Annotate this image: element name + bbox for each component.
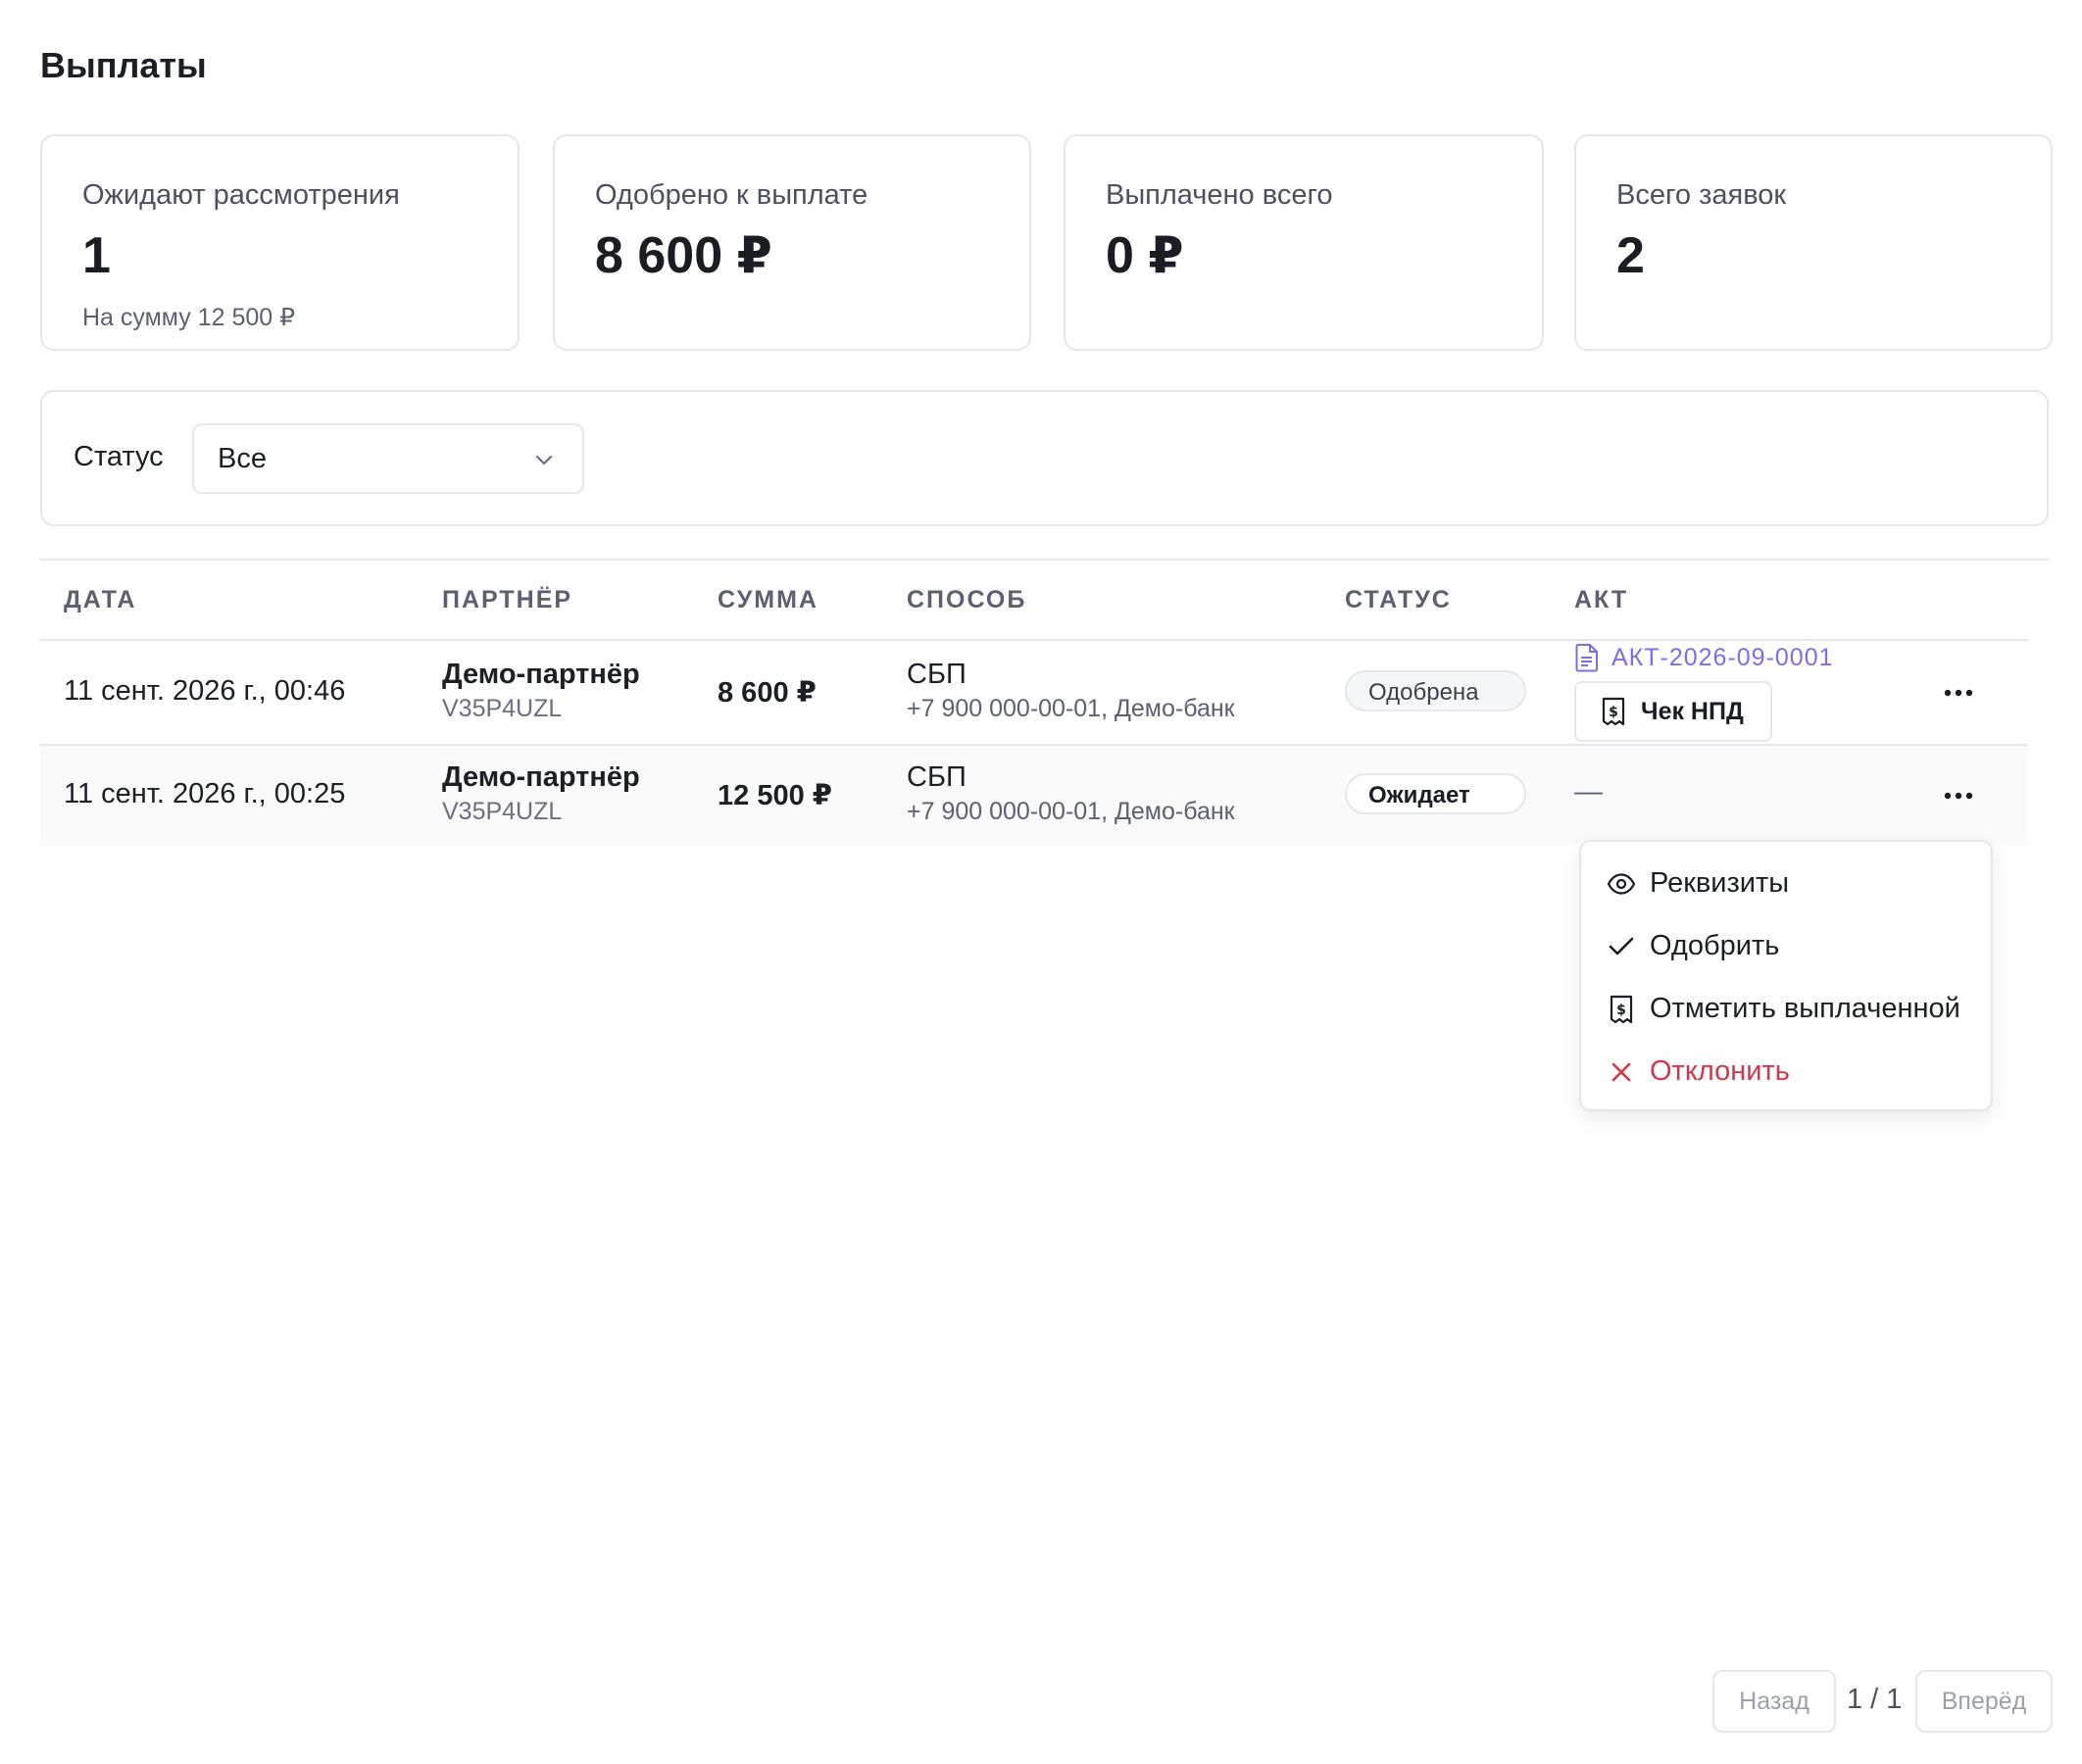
stat-label: Одобрено к выплате bbox=[595, 179, 868, 211]
status-filter-select[interactable]: Все bbox=[192, 423, 584, 494]
menu-item-label: Отклонить bbox=[1650, 1055, 1790, 1087]
menu-item-label: Реквизиты bbox=[1650, 867, 1790, 899]
act-document-link[interactable]: АКТ-2026-09-0001 bbox=[1574, 643, 1834, 672]
check-icon bbox=[1609, 937, 1634, 955]
table-divider bbox=[40, 639, 2028, 641]
pagination-info: 1 / 1 bbox=[1847, 1684, 1903, 1715]
table-divider bbox=[40, 559, 2049, 561]
page-title: Выплаты bbox=[40, 45, 207, 85]
row-amount: 12 500 ₽ bbox=[718, 780, 832, 811]
svg-text:$: $ bbox=[1616, 1003, 1626, 1018]
method-name: СБП bbox=[907, 659, 967, 690]
pagination-prev-button[interactable]: Назад bbox=[1712, 1670, 1836, 1733]
stat-card-total: Всего заявок 2 bbox=[1574, 134, 2053, 351]
more-horizontal-icon bbox=[1944, 792, 1973, 800]
row-actions-button[interactable] bbox=[1939, 678, 1978, 708]
status-filter-value: Все bbox=[218, 443, 267, 474]
receipt-icon: $ bbox=[1602, 697, 1625, 726]
column-header-status: СТАТУС bbox=[1345, 586, 1452, 613]
stat-label: Ожидают рассмотрения bbox=[82, 179, 400, 211]
row-date: 11 сент. 2026 г., 00:25 bbox=[64, 778, 346, 809]
column-header-amount: СУММА bbox=[718, 586, 818, 613]
menu-item-label: Одобрить bbox=[1650, 930, 1780, 961]
menu-item-mark-paid[interactable]: $ Отметить выплаченной bbox=[1607, 993, 1960, 1025]
eye-icon bbox=[1607, 872, 1636, 895]
stat-label: Выплачено всего bbox=[1106, 179, 1333, 211]
status-badge: Ожидает bbox=[1345, 773, 1526, 814]
row-method: СБП +7 900 000-00-01, Демо-банк bbox=[907, 761, 1235, 826]
method-name: СБП bbox=[907, 761, 967, 793]
stat-card-pending: Ожидают рассмотрения 1 На сумму 12 500 ₽ bbox=[40, 134, 520, 351]
partner-code: V35P4UZL bbox=[442, 695, 563, 722]
row-partner: Демо-партнёр V35P4UZL bbox=[442, 659, 640, 723]
row-method: СБП +7 900 000-00-01, Демо-банк bbox=[907, 659, 1235, 723]
chevron-down-icon bbox=[535, 455, 553, 466]
row-partner: Демо-партнёр V35P4UZL bbox=[442, 761, 640, 826]
act-empty: — bbox=[1574, 776, 1603, 808]
pagination-next-button[interactable]: Вперёд bbox=[1915, 1670, 2053, 1733]
partner-name: Демо-партнёр bbox=[442, 659, 640, 690]
column-header-method: СПОСОБ bbox=[907, 586, 1027, 613]
stat-value: 1 bbox=[82, 227, 111, 284]
stat-value: 2 bbox=[1616, 227, 1645, 284]
act-number: АКТ-2026-09-0001 bbox=[1611, 643, 1834, 671]
svg-text:$: $ bbox=[1609, 705, 1618, 720]
row-actions-button[interactable] bbox=[1939, 781, 1978, 810]
menu-item-reject[interactable]: Отклонить bbox=[1607, 1055, 1790, 1088]
row-actions-menu: Реквизиты Одобрить $ Отметить выплаченно… bbox=[1579, 840, 1993, 1111]
stat-value: 8 600 ₽ bbox=[595, 227, 772, 284]
menu-item-label: Отметить выплаченной bbox=[1650, 993, 1960, 1024]
column-header-date: ДАТА bbox=[64, 586, 137, 613]
close-icon bbox=[1611, 1062, 1631, 1081]
more-horizontal-icon bbox=[1944, 689, 1973, 697]
stat-card-paid: Выплачено всего 0 ₽ bbox=[1064, 134, 1544, 351]
column-header-act: АКТ bbox=[1574, 586, 1629, 613]
stat-label: Всего заявок bbox=[1616, 179, 1787, 211]
partner-name: Демо-партнёр bbox=[442, 761, 640, 793]
stat-value: 0 ₽ bbox=[1106, 227, 1184, 284]
partner-code: V35P4UZL bbox=[442, 798, 563, 825]
stat-subtext: На сумму 12 500 ₽ bbox=[82, 304, 296, 331]
method-detail: +7 900 000-00-01, Демо-банк bbox=[907, 695, 1235, 722]
status-filter-label: Статус bbox=[74, 441, 164, 472]
npd-receipt-label: Чек НПД bbox=[1641, 697, 1744, 725]
status-badge: Одобрена bbox=[1345, 670, 1526, 711]
stat-card-approved: Одобрено к выплате 8 600 ₽ bbox=[553, 134, 1031, 351]
receipt-icon: $ bbox=[1610, 995, 1633, 1023]
menu-item-approve[interactable]: Одобрить bbox=[1607, 930, 1779, 962]
row-date: 11 сент. 2026 г., 00:46 bbox=[64, 675, 346, 707]
row-amount: 8 600 ₽ bbox=[718, 677, 817, 709]
menu-item-details[interactable]: Реквизиты bbox=[1607, 867, 1789, 900]
column-header-partner: ПАРТНЁР bbox=[442, 586, 573, 613]
payouts-page: Выплаты Ожидают рассмотрения 1 На сумму … bbox=[0, 0, 2082, 1764]
filter-panel: Статус Все bbox=[40, 390, 2049, 526]
method-detail: +7 900 000-00-01, Демо-банк bbox=[907, 798, 1235, 825]
npd-receipt-button[interactable]: $ Чек НПД bbox=[1574, 681, 1772, 742]
document-icon bbox=[1575, 644, 1598, 672]
